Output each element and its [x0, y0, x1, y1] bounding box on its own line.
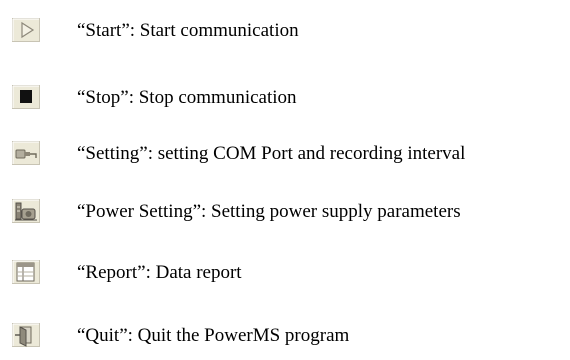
start-icon: [12, 18, 40, 42]
quit-icon: [12, 323, 40, 347]
setting-icon: [12, 141, 40, 165]
legend-text-power-setting: “Power Setting”: Setting power supply pa…: [77, 201, 461, 222]
toolbar-legend: “Start”: Start communication “Stop”: Sto…: [0, 0, 570, 360]
start-button[interactable]: [12, 18, 40, 42]
legend-row-power-setting: “Power Setting”: Setting power supply pa…: [0, 195, 570, 235]
legend-row-setting: “Setting”: setting COM Port and recordin…: [0, 137, 570, 177]
legend-text-quit: “Quit”: Quit the PowerMS program: [77, 325, 350, 346]
legend-row-quit: “Quit”: Quit the PowerMS program: [0, 319, 570, 359]
quit-button[interactable]: [12, 323, 40, 347]
report-button[interactable]: [12, 260, 40, 284]
legend-row-start: “Start”: Start communication: [0, 14, 570, 54]
power-setting-button[interactable]: [12, 199, 40, 223]
stop-button[interactable]: [12, 85, 40, 109]
power-setting-icon: [12, 199, 40, 223]
report-icon: [12, 260, 40, 284]
legend-text-start: “Start”: Start communication: [77, 20, 299, 41]
legend-text-report: “Report”: Data report: [77, 262, 242, 283]
stop-icon: [12, 85, 40, 109]
legend-row-report: “Report”: Data report: [0, 256, 570, 296]
setting-button[interactable]: [12, 141, 40, 165]
legend-text-stop: “Stop”: Stop communication: [77, 87, 297, 108]
legend-row-stop: “Stop”: Stop communication: [0, 81, 570, 121]
legend-text-setting: “Setting”: setting COM Port and recordin…: [77, 143, 466, 164]
